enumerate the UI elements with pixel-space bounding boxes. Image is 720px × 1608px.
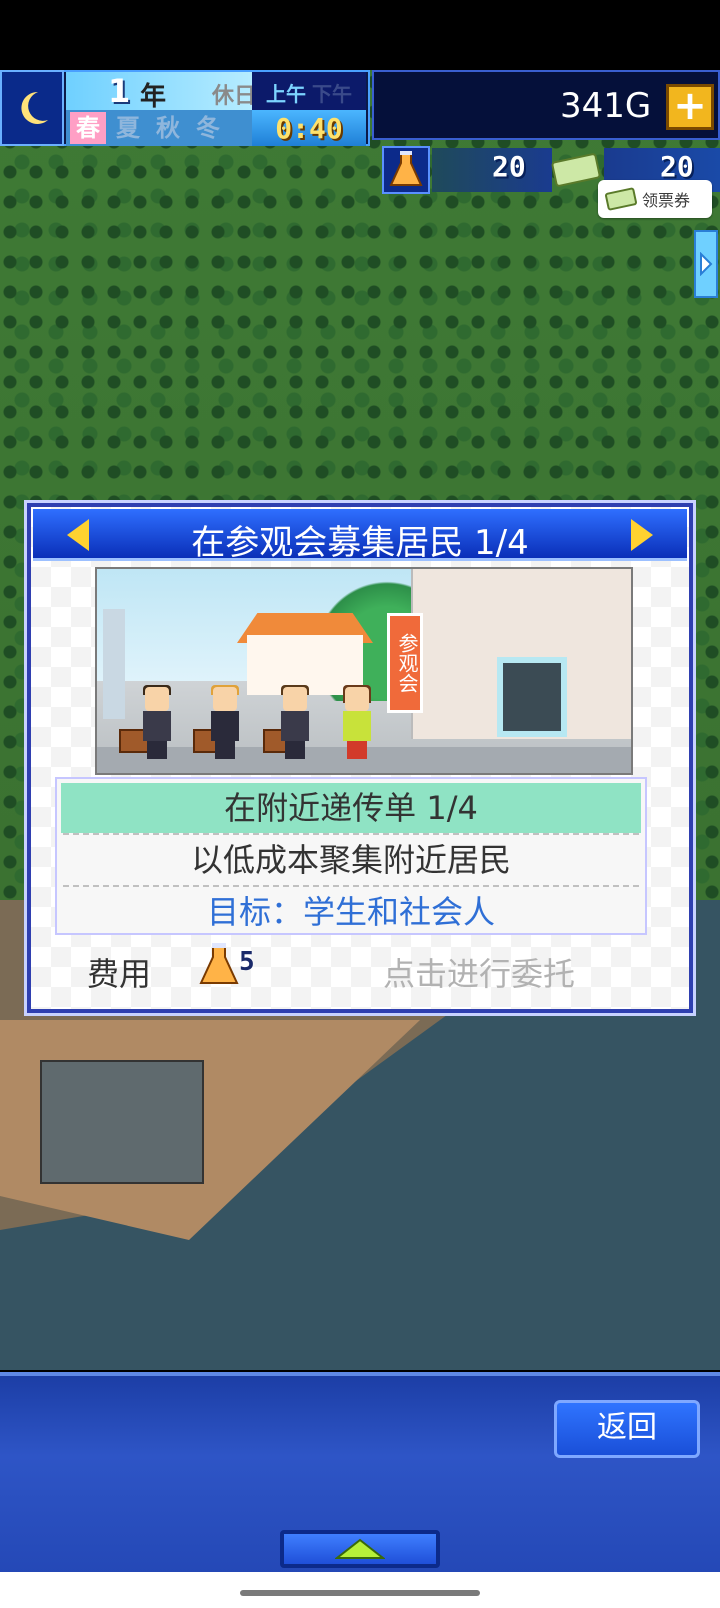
return-button[interactable]: 返回 <box>554 1400 700 1458</box>
side-panel-toggle[interactable] <box>694 230 718 298</box>
season-spring: 春 <box>70 112 106 144</box>
resident-figure <box>137 685 177 759</box>
season-summer: 夏 <box>116 114 140 142</box>
cost-value: 5 <box>239 947 255 977</box>
recruit-dialog: 在参观会募集居民 1/4 参观会 在附近递传单 1/4 以低成本聚集附近居民 目… <box>24 500 696 1016</box>
event-illustration: 参观会 <box>95 567 633 775</box>
coupon-button[interactable]: 领票券 <box>598 180 712 218</box>
clock: 0:40 <box>252 110 366 146</box>
dialog-title: 在参观会募集居民 1/4 <box>191 523 529 563</box>
cost-label: 费用 <box>87 955 152 993</box>
pm-label: 下午 <box>312 82 352 106</box>
flask-icon <box>382 146 430 194</box>
resident-figure <box>275 685 315 759</box>
season-winter: 冬 <box>196 114 220 142</box>
game-screen: 1 年 休日 上午 下午 春 夏 秋 冬 0:40 341G + 20 20 领… <box>0 0 720 1608</box>
resident-figure <box>337 685 377 759</box>
option-title: 在附近递传单 1/4 <box>61 783 641 833</box>
dialog-header: 在参观会募集居民 1/4 <box>33 509 687 563</box>
scene-door <box>497 657 567 737</box>
add-money-button[interactable]: + <box>666 84 714 130</box>
option-card[interactable]: 在附近递传单 1/4 以低成本聚集附近居民 目标：学生和社会人 <box>55 777 647 935</box>
coupon-label: 领票券 <box>642 191 691 210</box>
chevron-up-icon <box>335 1538 385 1559</box>
holiday-label: 休日 <box>212 84 257 109</box>
ticket-icon <box>550 150 602 190</box>
season-row: 春 夏 秋 冬 <box>66 110 252 146</box>
next-arrow-icon[interactable] <box>631 519 653 551</box>
chevron-right-icon <box>700 252 713 276</box>
map-building[interactable] <box>40 1060 204 1184</box>
scene-skyscraper <box>103 609 125 719</box>
tickets-value: 20 <box>660 150 694 183</box>
year-unit: 年 <box>140 82 167 112</box>
home-indicator[interactable] <box>240 1590 480 1596</box>
year-number: 1 <box>108 72 131 110</box>
option-description: 以低成本聚集附近居民 <box>190 841 511 879</box>
money-value: 341G <box>560 86 652 126</box>
resident-figure <box>205 685 245 759</box>
option-target: 目标：学生和社会人 <box>206 893 495 931</box>
scene-banner: 参观会 <box>387 613 423 713</box>
ticket-icon <box>605 187 637 211</box>
commission-button[interactable]: 点击进行委托 <box>383 949 575 995</box>
flask-icon <box>199 943 239 987</box>
research-points-value: 20 <box>492 150 526 183</box>
prev-arrow-icon[interactable] <box>67 519 89 551</box>
expand-menu-button[interactable] <box>280 1530 440 1568</box>
moon-icon <box>0 70 64 146</box>
season-autumn: 秋 <box>156 114 180 142</box>
am-label: 上午 <box>266 82 306 106</box>
